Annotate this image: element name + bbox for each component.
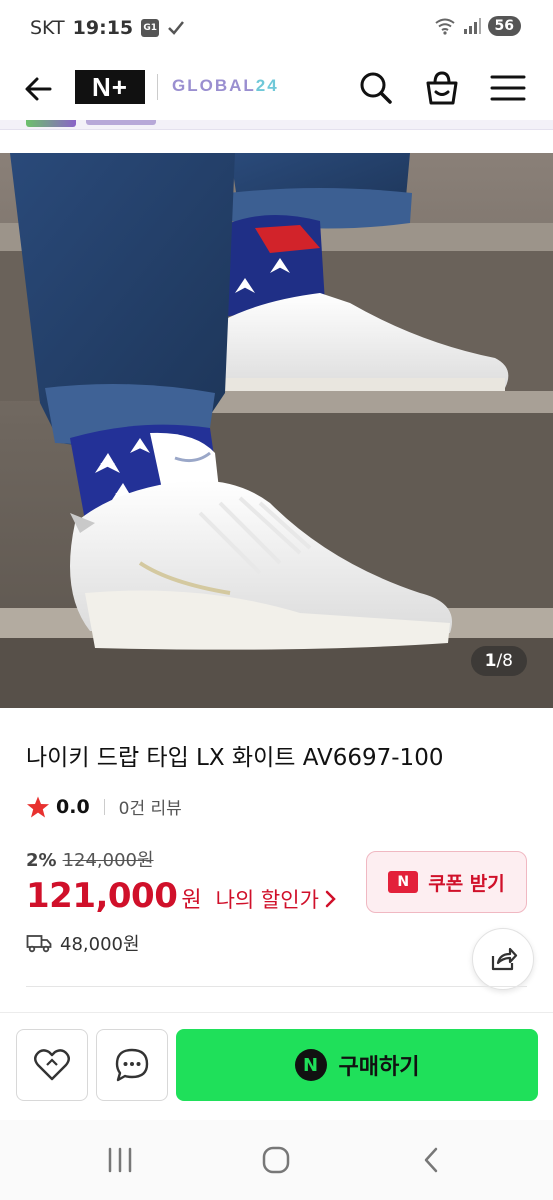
rating-row: 0.0 0건 리뷰 <box>26 794 182 819</box>
banner-chip <box>26 120 76 127</box>
product-title: 나이키 드랍 타입 LX 화이트 AV6697-100 <box>26 745 444 771</box>
back-button[interactable] <box>20 70 58 108</box>
sale-price: 121,000 <box>26 876 178 916</box>
wishlist-button[interactable] <box>16 1029 88 1101</box>
coupon-download-button[interactable]: N 쿠폰 받기 <box>366 851 527 913</box>
share-icon <box>491 947 518 971</box>
hamburger-menu-icon <box>490 75 526 101</box>
product-detail-page: SKT 19:15 G1 56 N+ GLOBAL24 1/8 나이키 드랍 타… <box>0 0 553 1200</box>
search-icon <box>360 72 392 104</box>
product-photo <box>0 153 553 708</box>
wifi-icon <box>434 18 455 35</box>
star-icon <box>27 796 49 817</box>
rating-value: 0.0 <box>56 795 90 818</box>
status-right: 56 <box>434 16 521 36</box>
store-sub-logo[interactable]: GLOBAL24 <box>172 76 279 96</box>
heart-icon <box>34 1049 70 1081</box>
talktalk-inquiry-button[interactable] <box>96 1029 168 1101</box>
image-current-index: 1 <box>484 651 497 671</box>
logo-sub-number: 24 <box>255 76 279 95</box>
store-logo[interactable]: N+ <box>75 70 145 104</box>
original-price: 124,000원 <box>62 850 154 871</box>
delivery-truck-icon <box>26 935 52 953</box>
image-total-count: 8 <box>502 651 513 671</box>
discount-rate: 2% <box>26 850 57 871</box>
back-arrow-icon <box>25 77 52 101</box>
review-count-link[interactable]: 0건 리뷰 <box>119 794 182 819</box>
status-left: SKT 19:15 G1 <box>30 17 185 39</box>
search-button[interactable] <box>356 68 396 108</box>
shipping-info: 48,000원 <box>26 930 140 956</box>
promo-banner-strip[interactable] <box>0 120 553 130</box>
chevron-left-icon <box>424 1147 438 1173</box>
my-discount-label: 나의 할인가 <box>215 888 319 912</box>
buy-button[interactable]: N 구매하기 <box>176 1029 538 1101</box>
section-divider <box>26 986 527 987</box>
home-button[interactable] <box>254 1140 298 1180</box>
notification-check-icon <box>168 21 185 35</box>
shipping-fee: 48,000원 <box>60 934 140 955</box>
chat-bubble-icon <box>115 1048 149 1082</box>
chevron-right-icon <box>325 890 336 908</box>
app-header: N+ GLOBAL24 <box>0 58 553 120</box>
buy-label: 구매하기 <box>338 1055 420 1080</box>
recent-apps-icon <box>108 1147 132 1173</box>
home-icon <box>262 1146 290 1174</box>
logo-divider <box>157 74 158 100</box>
coupon-label: 쿠폰 받기 <box>428 872 505 895</box>
my-discount-link[interactable]: 나의 할인가 <box>216 884 337 914</box>
discount-row: 2% 124,000원 <box>26 846 154 872</box>
status-bar: SKT 19:15 G1 56 <box>0 0 553 58</box>
rating-divider <box>103 798 105 815</box>
system-navigation-bar <box>0 1120 553 1200</box>
naver-pay-icon: N <box>294 1049 327 1081</box>
sale-price-unit: 원 <box>181 888 202 913</box>
logo-sub-text: GLOBAL <box>172 76 256 95</box>
carrier-label: SKT <box>30 17 65 39</box>
share-button[interactable] <box>472 928 534 990</box>
battery-indicator: 56 <box>487 16 521 36</box>
banner-chip <box>86 120 156 125</box>
naver-n-icon: N <box>388 871 419 893</box>
image-counter: 1/8 <box>470 646 527 676</box>
menu-button[interactable] <box>488 68 528 108</box>
cart-button[interactable] <box>422 68 462 108</box>
shopping-bag-icon <box>426 71 458 105</box>
purchase-action-bar: N 구매하기 <box>0 1012 553 1120</box>
notification-badge: G1 <box>141 19 160 37</box>
system-back-button[interactable] <box>409 1140 453 1180</box>
recent-apps-button[interactable] <box>98 1140 142 1180</box>
clock: 19:15 <box>72 17 134 39</box>
product-image-gallery[interactable]: 1/8 <box>0 153 553 708</box>
price-row: 121,000 원 나의 할인가 <box>26 876 337 916</box>
signal-icon <box>463 18 481 34</box>
